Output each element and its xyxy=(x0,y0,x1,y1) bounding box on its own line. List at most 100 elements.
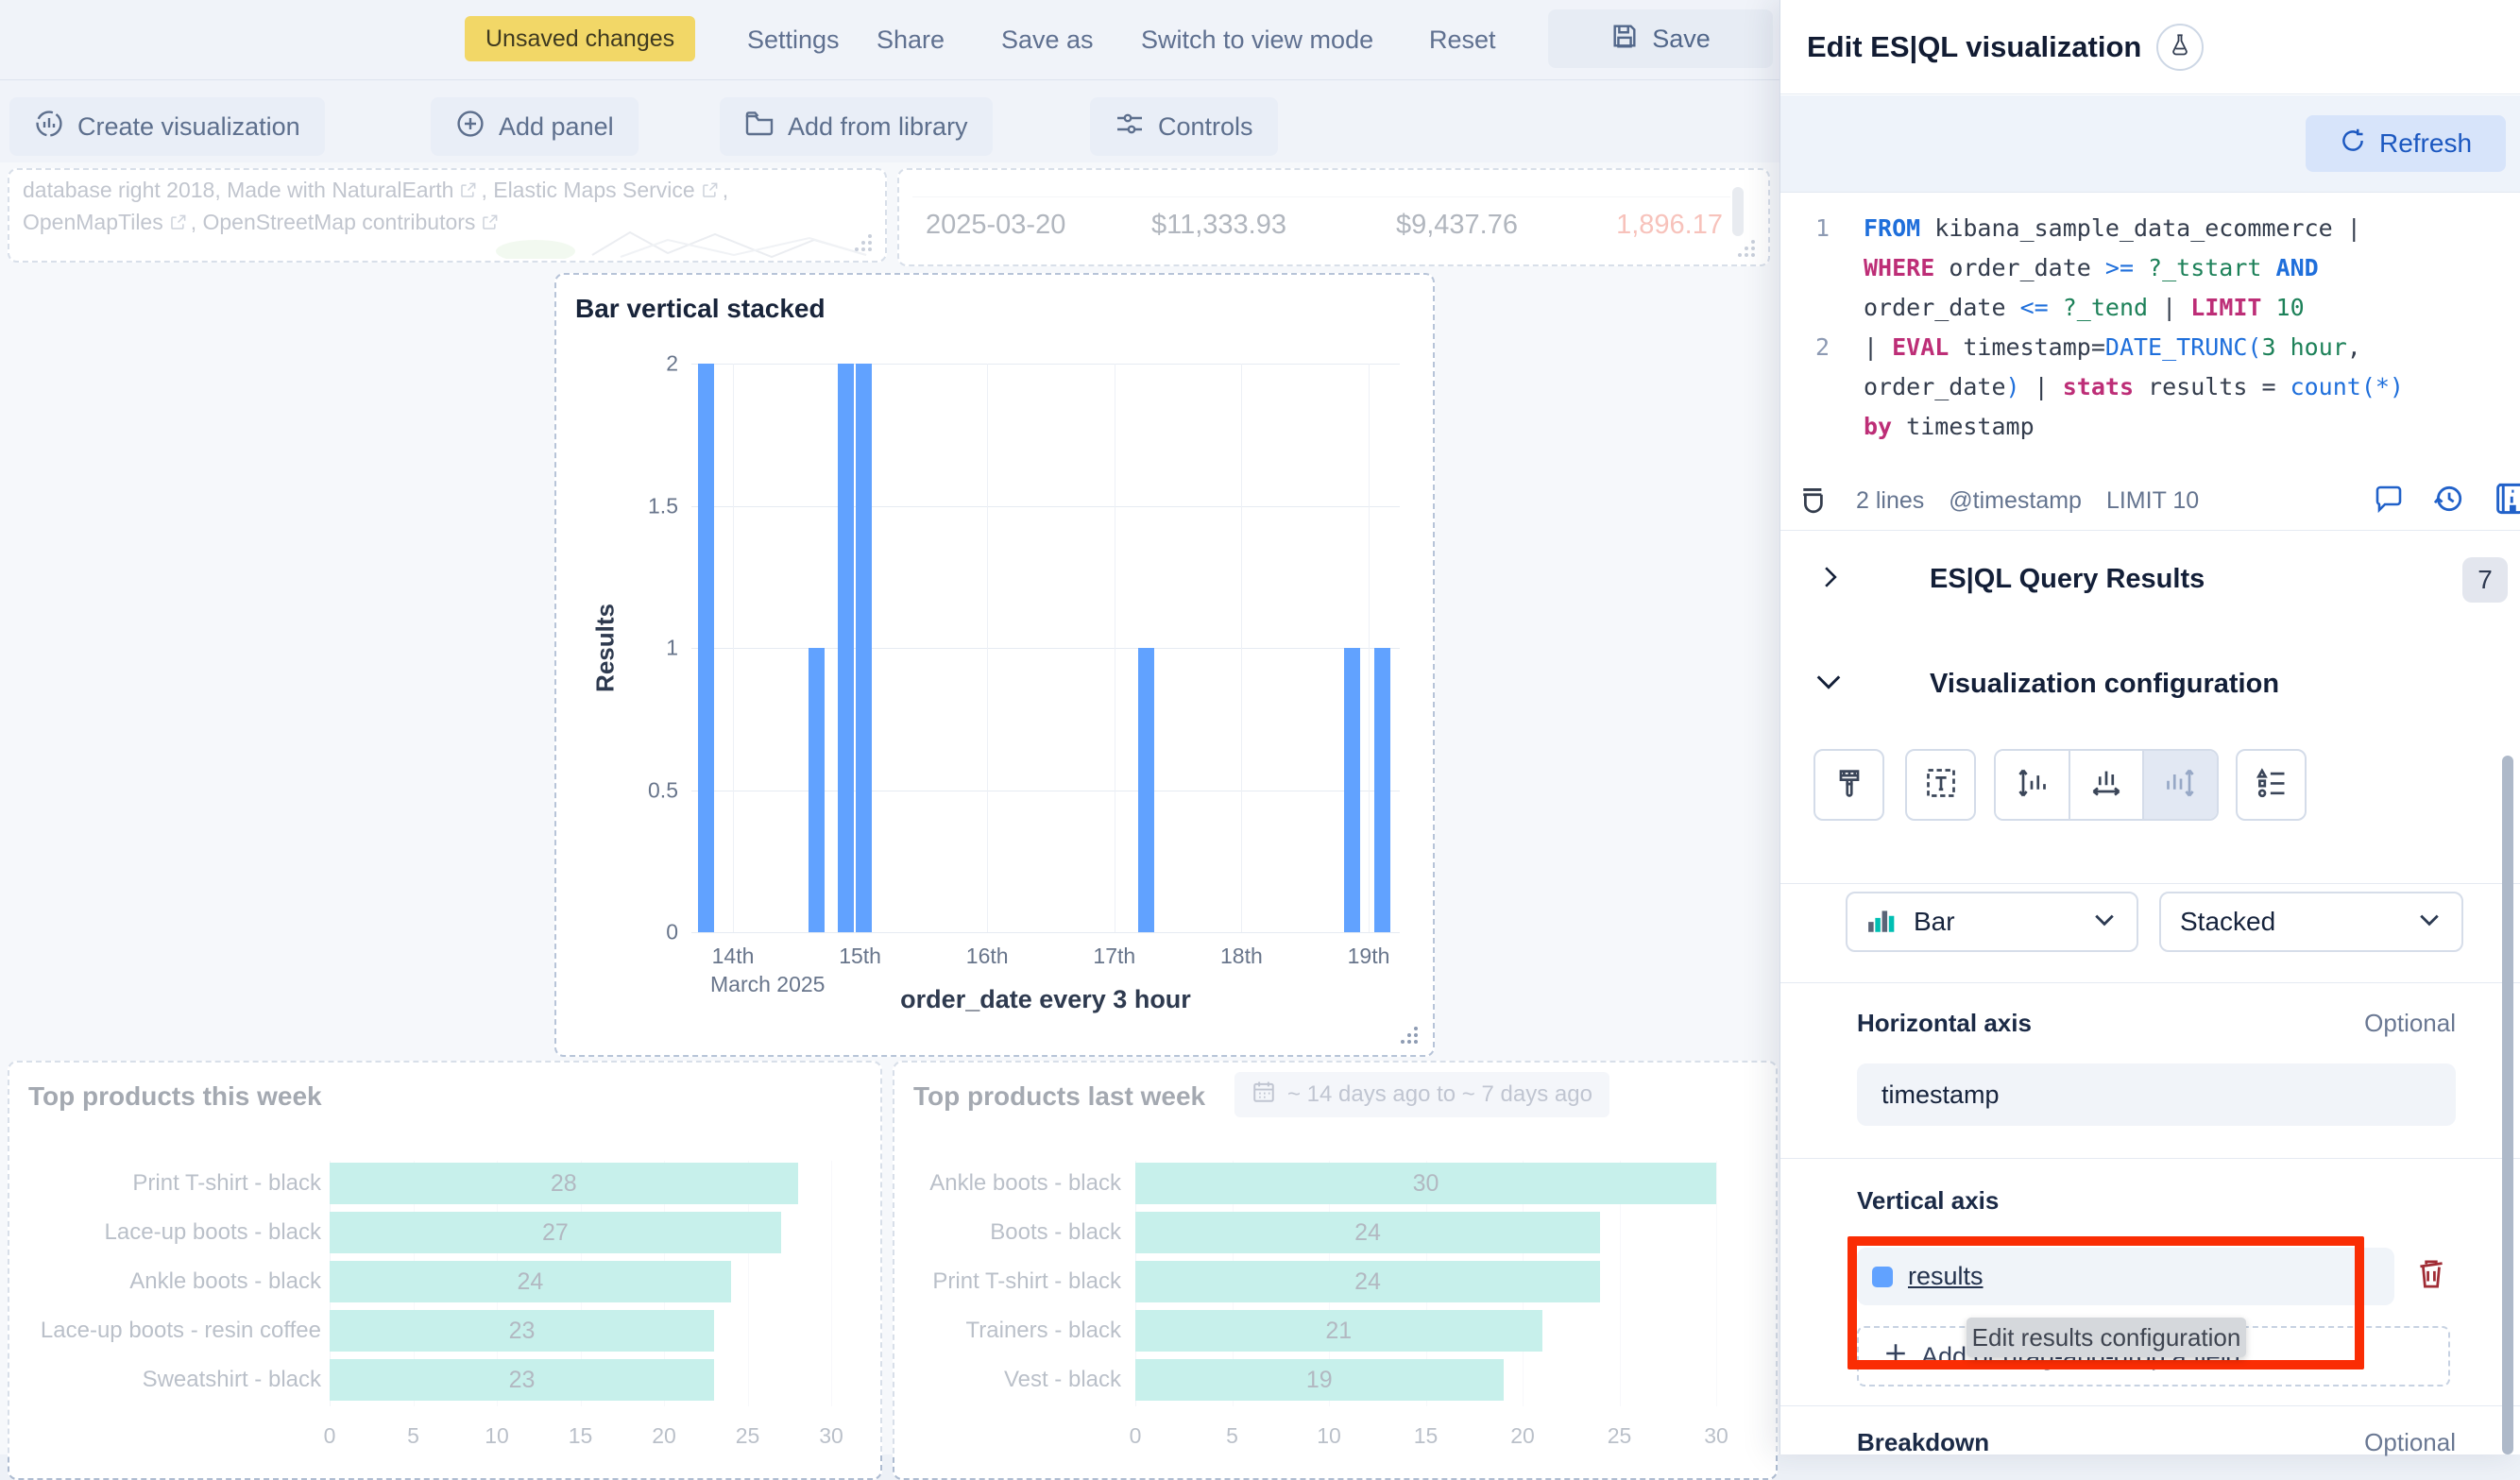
h-gridline xyxy=(691,364,1400,365)
code-token: DATE_TRUNC( xyxy=(2105,333,2262,361)
chevron-down-icon xyxy=(2416,907,2443,938)
lens-icon xyxy=(34,109,64,145)
share-button[interactable]: Share xyxy=(877,0,945,79)
esql-code-editor[interactable]: 1FROM kibana_sample_data_ecommerce |WHER… xyxy=(1780,194,2520,472)
bar[interactable] xyxy=(1344,648,1360,932)
bar: 21 xyxy=(1135,1310,1542,1352)
code-token: timestamp= xyxy=(1949,333,2105,361)
chart-type-select[interactable]: Bar xyxy=(1846,892,2138,952)
bar[interactable] xyxy=(809,648,825,932)
visualization-configuration-accordion[interactable]: Visualization configuration xyxy=(1780,655,2520,712)
style-brush-button[interactable] xyxy=(1813,749,1884,821)
controls-button[interactable]: Controls xyxy=(1090,97,1278,156)
timestamp-indicator: @timestamp xyxy=(1949,487,2082,515)
x-tick-label: 10 xyxy=(485,1423,509,1449)
category-label: Print T-shirt - black xyxy=(9,1170,321,1197)
history-icon[interactable] xyxy=(2432,483,2464,519)
remove-field-button[interactable] xyxy=(2406,1248,2457,1305)
bar[interactable] xyxy=(698,364,714,932)
x-axis-context-label: March 2025 xyxy=(710,972,825,997)
bar: 24 xyxy=(1135,1261,1600,1302)
horizontal-axis-field[interactable]: timestamp xyxy=(1857,1063,2456,1126)
attribution-link[interactable]: OpenStreetMap contributors xyxy=(203,210,476,235)
attribution-link[interactable]: Made with NaturalEarth xyxy=(227,178,453,203)
vertical-axis-field-row[interactable]: results xyxy=(1857,1248,2394,1305)
trash-icon xyxy=(2415,1258,2447,1295)
code-token: order_date xyxy=(1864,373,2006,400)
legend-button[interactable] xyxy=(2236,749,2307,821)
esql-query-results-accordion[interactable]: ES|QL Query Results 7 xyxy=(1780,546,2520,612)
horizontal-axis-label: Horizontal axis xyxy=(1857,1009,2032,1038)
code-token: order_date xyxy=(1934,254,2105,281)
legend-list-icon xyxy=(2255,766,2289,805)
breakdown-optional: Optional xyxy=(2364,1428,2456,1457)
chart-title: Bar vertical stacked xyxy=(575,294,826,324)
map-geometry xyxy=(479,227,876,259)
code-text: | EVAL timestamp=DATE_TRUNC(3 hour, xyxy=(1864,328,2520,367)
editor-footer: 2 lines @timestamp LIMIT 10 xyxy=(1780,472,2520,531)
docs-book-icon[interactable] xyxy=(2493,482,2520,520)
bar: 24 xyxy=(1135,1212,1600,1253)
calendar-icon xyxy=(1251,1080,1276,1111)
axis-buttons-group xyxy=(1994,749,2219,821)
code-token: FROM xyxy=(1864,214,1920,242)
v-gridline xyxy=(987,364,988,932)
feedback-icon[interactable] xyxy=(2374,484,2404,519)
bottom-axis-button[interactable] xyxy=(2069,751,2143,819)
switch-to-view-mode-button[interactable]: Switch to view mode xyxy=(1141,0,1373,79)
table-cell-date: 2025-03-20 xyxy=(926,210,1065,241)
category-label: Boots - black xyxy=(894,1219,1121,1246)
external-link-icon xyxy=(459,181,477,199)
bar[interactable] xyxy=(838,364,854,932)
reset-button[interactable]: Reset xyxy=(1429,0,1496,79)
code-token: 3 hour xyxy=(2261,333,2346,361)
right-axis-button-selected[interactable] xyxy=(2142,751,2217,819)
x-tick-label: 18th xyxy=(1220,944,1263,969)
bar: 23 xyxy=(330,1310,714,1352)
x-tick-label: 15 xyxy=(569,1423,593,1449)
attribution-link[interactable]: Elastic Maps Service xyxy=(493,178,694,203)
bar-value-label: 24 xyxy=(1354,1268,1381,1296)
add-panel-button[interactable]: Add panel xyxy=(431,97,639,156)
create-visualization-button[interactable]: Create visualization xyxy=(9,97,325,156)
attribution-text: , xyxy=(481,178,493,203)
attribution-link[interactable]: OpenMapTiles xyxy=(23,210,163,235)
bar[interactable] xyxy=(1138,648,1154,932)
bar[interactable] xyxy=(1374,648,1390,932)
divider xyxy=(1780,883,2520,884)
add-from-library-button[interactable]: Add from library xyxy=(720,97,993,156)
panel-resize-handle[interactable] xyxy=(857,234,874,251)
flyout-scrollbar[interactable] xyxy=(2502,756,2513,1454)
panel-resize-handle[interactable] xyxy=(1740,240,1757,257)
panel-resize-handle[interactable] xyxy=(1403,1027,1420,1044)
refresh-button[interactable]: Refresh xyxy=(2306,115,2506,172)
category-label: Trainers - black xyxy=(894,1318,1121,1344)
query-results-label: ES|QL Query Results xyxy=(1930,564,2205,595)
divider xyxy=(1780,982,2520,983)
map-panel: database right 2018, Made with NaturalEa… xyxy=(8,168,887,263)
chart-mode-select[interactable]: Stacked xyxy=(2159,892,2463,952)
save-as-button[interactable]: Save as xyxy=(1001,0,1094,79)
text-labels-button[interactable] xyxy=(1905,749,1976,821)
folder-icon xyxy=(744,109,775,145)
query-results-count-badge: 7 xyxy=(2462,557,2508,603)
line-count: 2 lines xyxy=(1856,487,1924,515)
table-cell-taxless: $9,437.76 xyxy=(1305,210,1518,241)
time-range-badge: ~ 14 days ago to ~ 7 days ago xyxy=(1234,1072,1609,1117)
bar: 28 xyxy=(330,1163,798,1204)
table-scrollbar[interactable] xyxy=(1732,187,1744,236)
bar-value-label: 28 xyxy=(551,1170,577,1198)
code-line: 2| EVAL timestamp=DATE_TRUNC(3 hour, xyxy=(1780,328,2520,367)
v-gridline xyxy=(831,1161,832,1406)
results-field-link[interactable]: results xyxy=(1908,1262,1984,1291)
left-axis-button[interactable] xyxy=(1996,751,2069,819)
x-tick-label: 20 xyxy=(652,1423,676,1449)
code-token: , xyxy=(2347,333,2361,361)
x-tick-label: 14th xyxy=(712,944,755,969)
bar[interactable] xyxy=(856,364,872,932)
series-color-swatch xyxy=(1872,1267,1893,1287)
limit-indicator: LIMIT 10 xyxy=(2106,487,2199,515)
settings-button[interactable]: Settings xyxy=(747,0,840,79)
v-gridline xyxy=(733,364,734,932)
save-button[interactable]: Save xyxy=(1548,9,1773,68)
